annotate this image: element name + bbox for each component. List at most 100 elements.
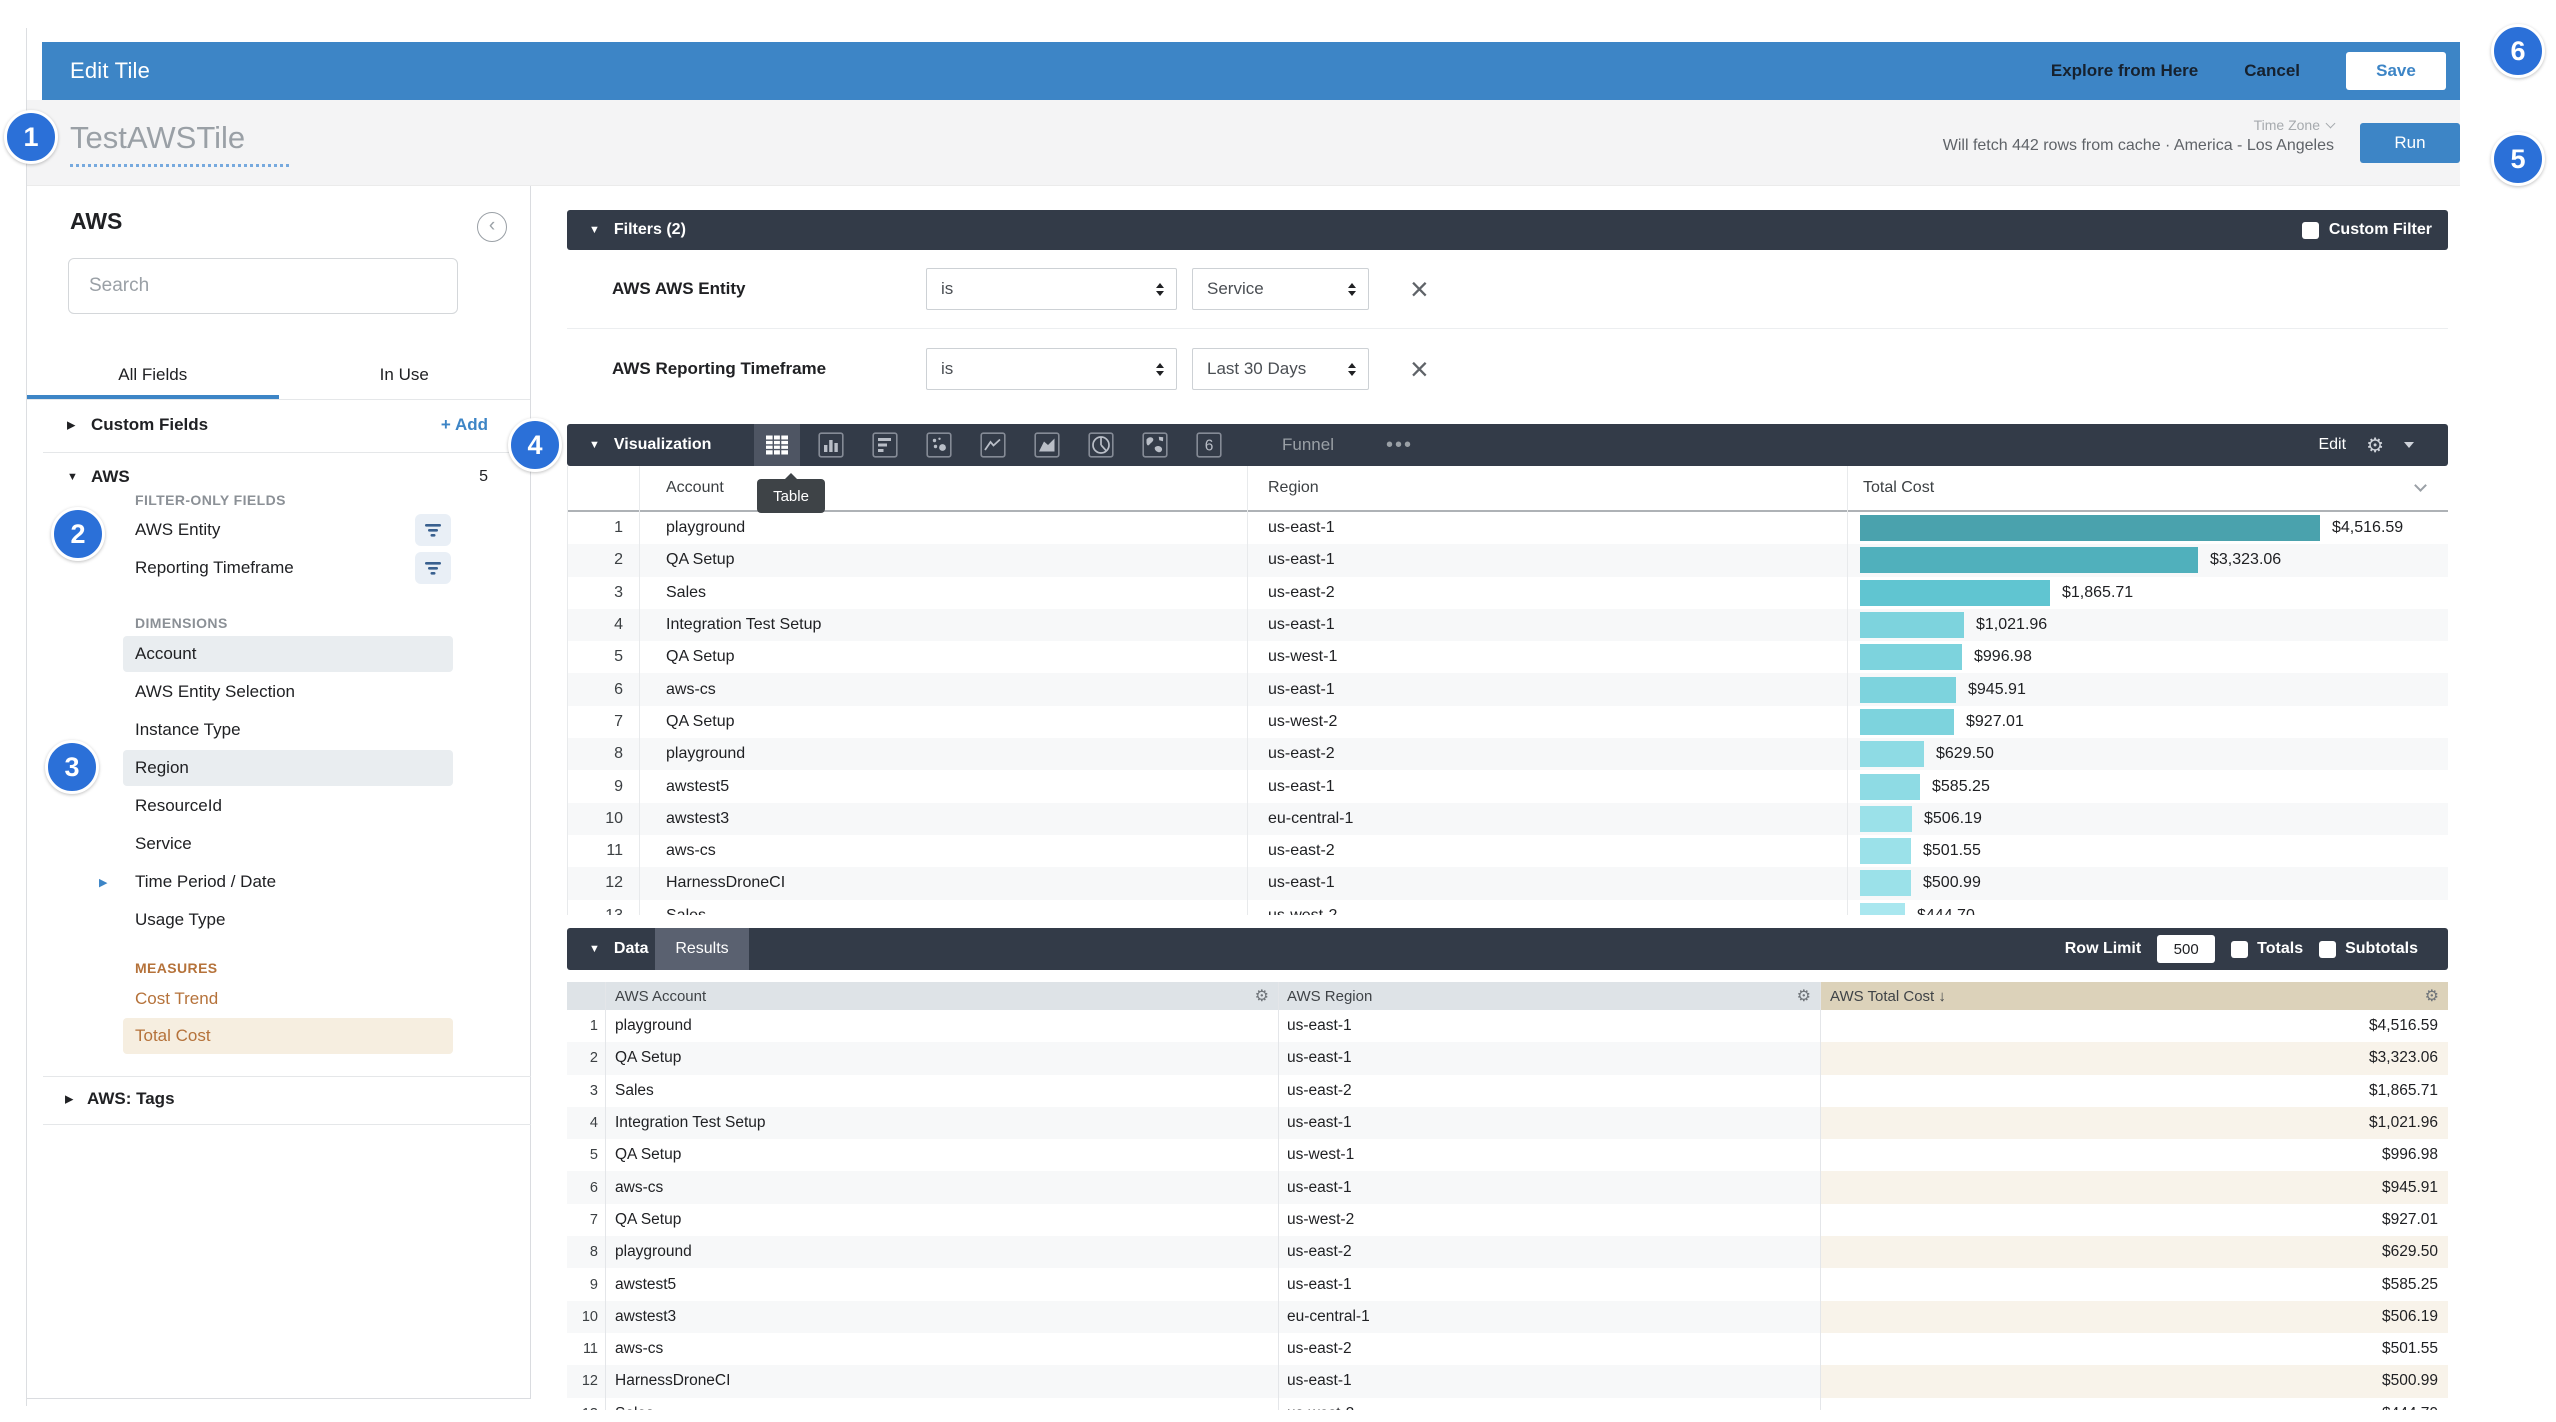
viz-table-row[interactable]: 12HarnessDroneCIus-east-1$500.99 — [568, 867, 2448, 899]
sidebar-dimension-service[interactable]: Service — [123, 826, 453, 862]
viz-type-scatter-icon[interactable] — [924, 430, 954, 460]
sidebar-dimension-usage-type[interactable]: Usage Type — [123, 902, 453, 938]
custom-filter-checkbox[interactable] — [2302, 222, 2319, 239]
data-table-row[interactable]: 8playgroundus-east-2$629.50 — [567, 1236, 2448, 1268]
subtotals-checkbox[interactable] — [2319, 941, 2336, 958]
custom-fields-row[interactable]: ▶ Custom Fields + Add — [27, 400, 530, 450]
expand-right-icon[interactable]: ▶ — [65, 1093, 73, 1106]
filter-operator-select[interactable]: is — [926, 348, 1177, 390]
viz-col-region[interactable]: Region — [1268, 479, 1319, 497]
viz-type-area-chart-icon[interactable] — [1032, 430, 1062, 460]
viz-type-column-chart-icon[interactable] — [816, 430, 846, 460]
data-table-row[interactable]: 1playgroundus-east-1$4,516.59 — [567, 1010, 2448, 1042]
time-zone-selector[interactable]: Time Zone — [1943, 117, 2334, 133]
gear-icon[interactable]: ⚙ — [1255, 986, 1269, 1006]
viz-table-row[interactable]: 2QA Setupus-east-1$3,323.06 — [568, 544, 2448, 576]
viz-table-row[interactable]: 6aws-csus-east-1$945.91 — [568, 673, 2448, 705]
tab-all-fields[interactable]: All Fields — [27, 350, 279, 399]
viz-col-total-cost[interactable]: Total Cost — [1863, 479, 1934, 497]
remove-filter-icon[interactable]: × — [1410, 273, 1429, 305]
viz-type-map-icon[interactable] — [1140, 430, 1170, 460]
row-limit-input[interactable] — [2157, 935, 2215, 963]
viz-table-row[interactable]: 3Salesus-east-2$1,865.71 — [568, 577, 2448, 609]
sidebar-dimension-instance-type[interactable]: Instance Type — [123, 712, 453, 748]
sidebar-field-reporting-timeframe[interactable]: Reporting Timeframe — [123, 550, 453, 586]
data-col-aws-total-cost[interactable]: AWS Total Cost ↓ ⚙ — [1820, 982, 2448, 1010]
cancel-button[interactable]: Cancel — [2244, 61, 2300, 81]
viz-type-pie-chart-icon[interactable] — [1086, 430, 1116, 460]
sidebar-dimension-aws-entity-selection[interactable]: AWS Entity Selection — [123, 674, 453, 710]
edit-visualization-button[interactable]: Edit — [2318, 436, 2346, 454]
viz-table-row[interactable]: 9awstest5us-east-1$585.25 — [568, 770, 2448, 802]
results-tab[interactable]: Results — [655, 928, 749, 970]
chevron-down-icon[interactable] — [2404, 442, 2414, 448]
gear-icon[interactable]: ⚙ — [1797, 986, 1811, 1006]
sidebar-field-aws-entity[interactable]: AWS Entity — [123, 512, 453, 548]
viz-type-single-value-icon[interactable]: 6 — [1194, 430, 1224, 460]
viz-table-row[interactable]: 11aws-csus-east-2$501.55 — [568, 835, 2448, 867]
viz-type-funnel[interactable]: Funnel — [1282, 435, 1334, 455]
filter-value-select[interactable]: Last 30 Days — [1192, 348, 1369, 390]
expand-down-icon[interactable]: ▼ — [67, 471, 78, 483]
sidebar-measure-total-cost[interactable]: Total Cost — [123, 1018, 453, 1054]
data-table-row[interactable]: 12HarnessDroneCIus-east-1$500.99 — [567, 1365, 2448, 1397]
sidebar-dimension-resourceid[interactable]: ResourceId — [123, 788, 453, 824]
sidebar-dimension-account[interactable]: Account — [123, 636, 453, 672]
viz-table-row[interactable]: 5QA Setupus-west-1$996.98 — [568, 641, 2448, 673]
sidebar-dimension-time-period-date[interactable]: ▶Time Period / Date — [123, 864, 453, 900]
viz-table-row[interactable]: 8playgroundus-east-2$629.50 — [568, 738, 2448, 770]
filter-value-select[interactable]: Service — [1192, 268, 1369, 310]
add-custom-field-button[interactable]: + Add — [441, 415, 488, 435]
viz-type-bar-chart-icon[interactable] — [870, 430, 900, 460]
sidebar-measure-cost-trend[interactable]: Cost Trend — [123, 981, 453, 1017]
viz-type-table-selected[interactable] — [754, 424, 800, 466]
collapse-section-icon[interactable]: ▼ — [589, 224, 600, 236]
sidebar-dimension-region[interactable]: Region — [123, 750, 453, 786]
data-table-row[interactable]: 10awstest3eu-central-1$506.19 — [567, 1301, 2448, 1333]
collapse-section-icon[interactable]: ▼ — [589, 439, 600, 451]
data-col-aws-account[interactable]: AWS Account ⚙ — [605, 982, 1278, 1010]
filter-icon[interactable] — [415, 514, 451, 546]
explore-from-here-button[interactable]: Explore from Here — [2051, 61, 2198, 81]
search-input[interactable] — [68, 258, 458, 314]
viz-table-row[interactable]: 7QA Setupus-west-2$927.01 — [568, 706, 2448, 738]
data-table-row[interactable]: 13Salesus-west-2$444.70 — [567, 1398, 2448, 1410]
filter-operator-select[interactable]: is — [926, 268, 1177, 310]
tile-name-input[interactable]: TestAWSTile — [70, 120, 289, 167]
tab-in-use[interactable]: In Use — [279, 350, 531, 399]
viz-col-account[interactable]: Account — [666, 479, 724, 497]
viz-table-row[interactable]: 13Salesus-west-2$444.70 — [568, 900, 2448, 915]
run-button[interactable]: Run — [2360, 123, 2460, 163]
aws-tags-group-row[interactable]: ▶ AWS: Tags — [27, 1078, 530, 1120]
data-col-aws-region[interactable]: AWS Region ⚙ — [1278, 982, 1820, 1010]
viz-table-row[interactable]: 10awstest3eu-central-1$506.19 — [568, 803, 2448, 835]
viz-type-table-icon[interactable] — [762, 430, 792, 460]
filter-field-label: AWS AWS Entity — [612, 279, 746, 299]
collapse-sidebar-button[interactable]: ‹ — [477, 212, 507, 242]
expand-right-icon[interactable]: ▶ — [67, 419, 75, 432]
data-table-row[interactable]: 11aws-csus-east-2$501.55 — [567, 1333, 2448, 1365]
subtotals-toggle[interactable]: Subtotals — [2319, 940, 2418, 958]
totals-toggle[interactable]: Totals — [2231, 940, 2303, 958]
gear-icon[interactable]: ⚙ — [2366, 433, 2384, 458]
save-button[interactable]: Save — [2346, 52, 2446, 90]
viz-table-row[interactable]: 1playgroundus-east-1$4,516.59 — [568, 512, 2448, 544]
more-viz-types-icon[interactable]: ••• — [1386, 434, 1413, 457]
column-menu-chevron-icon[interactable] — [2414, 479, 2427, 492]
expand-right-icon[interactable]: ▶ — [99, 876, 107, 889]
data-table-row[interactable]: 5QA Setupus-west-1$996.98 — [567, 1139, 2448, 1171]
viz-table-row[interactable]: 4Integration Test Setupus-east-1$1,021.9… — [568, 609, 2448, 641]
totals-checkbox[interactable] — [2231, 941, 2248, 958]
collapse-section-icon[interactable]: ▼ — [589, 943, 600, 955]
remove-filter-icon[interactable]: × — [1410, 353, 1429, 385]
viz-type-line-chart-icon[interactable] — [978, 430, 1008, 460]
data-table-row[interactable]: 7QA Setupus-west-2$927.01 — [567, 1204, 2448, 1236]
data-table-row[interactable]: 2QA Setupus-east-1$3,323.06 — [567, 1042, 2448, 1074]
data-table-row[interactable]: 4Integration Test Setupus-east-1$1,021.9… — [567, 1107, 2448, 1139]
custom-filter-toggle[interactable]: Custom Filter — [2302, 221, 2432, 239]
data-table-row[interactable]: 6aws-csus-east-1$945.91 — [567, 1171, 2448, 1203]
data-table-row[interactable]: 3Salesus-east-2$1,865.71 — [567, 1075, 2448, 1107]
data-table-row[interactable]: 9awstest5us-east-1$585.25 — [567, 1268, 2448, 1300]
filter-icon[interactable] — [415, 552, 451, 584]
gear-icon[interactable]: ⚙ — [2425, 986, 2439, 1006]
